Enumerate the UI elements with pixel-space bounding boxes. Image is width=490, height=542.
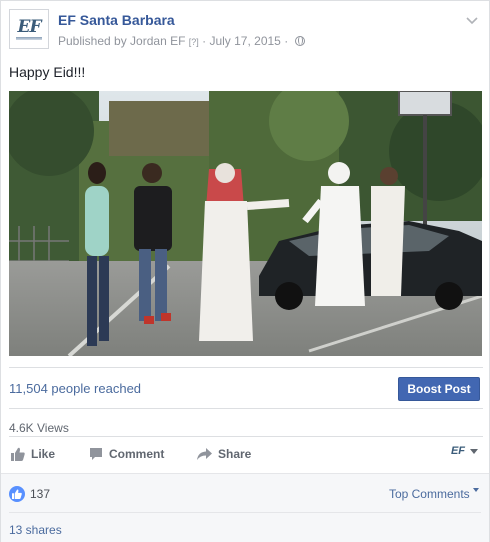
page-selector-label: EF [450, 445, 465, 457]
divider [9, 367, 483, 368]
thumbs-up-icon [12, 489, 22, 499]
share-icon [197, 448, 212, 460]
comment-icon [90, 448, 102, 460]
top-comments-label: Top Comments [388, 487, 470, 501]
post-meta: Published by Jordan EF [?] · July 17, 20… [58, 34, 305, 48]
caret-down-icon [473, 488, 479, 492]
people-reached-link[interactable]: 11,504 people reached [9, 381, 141, 396]
date-separator: · [202, 34, 207, 48]
page-avatar[interactable]: EF [9, 9, 49, 49]
page-logo-text: EF [17, 16, 41, 37]
like-button[interactable]: Like [11, 444, 55, 464]
page-name-link[interactable]: EF Santa Barbara [58, 12, 175, 28]
video-player[interactable] [9, 91, 482, 356]
post-header: EF EF Santa Barbara Published by Jordan … [9, 9, 483, 49]
page-logo-line [16, 36, 42, 40]
divider [9, 436, 483, 437]
action-bar: Like Comment Share EF [9, 444, 483, 464]
like-reaction-icon[interactable] [9, 486, 25, 502]
top-comments-dropdown[interactable]: Top Comments [389, 487, 479, 501]
globe-icon[interactable] [294, 36, 305, 46]
post-card: EF EF Santa Barbara Published by Jordan … [0, 0, 490, 542]
divider [9, 512, 481, 513]
like-label: Like [31, 447, 56, 461]
post-message: Happy Eid!!! [9, 64, 86, 80]
share-label: Share [218, 447, 252, 461]
like-count-link[interactable]: 137 [30, 487, 50, 501]
published-by[interactable]: Published by Jordan EF [58, 34, 185, 48]
comment-label: Comment [109, 447, 165, 461]
chevron-down-icon[interactable] [465, 15, 479, 27]
page-selector[interactable]: EF [451, 445, 479, 457]
post-date[interactable]: July 17, 2015 [209, 34, 280, 48]
shares-link[interactable]: 13 shares [9, 523, 62, 537]
share-button[interactable]: Share [197, 444, 251, 464]
thumbs-up-icon [11, 447, 25, 461]
date-separator: · [284, 34, 289, 48]
caret-down-icon [470, 449, 478, 454]
views-count: 4.6K Views [9, 421, 69, 435]
comment-button[interactable]: Comment [89, 444, 164, 464]
published-tag[interactable]: [?] [189, 37, 199, 47]
boost-post-button[interactable]: Boost Post [398, 377, 480, 401]
video-frame [9, 91, 482, 356]
reactions-area: 137 Top Comments 13 shares [1, 473, 489, 542]
divider [9, 408, 483, 409]
